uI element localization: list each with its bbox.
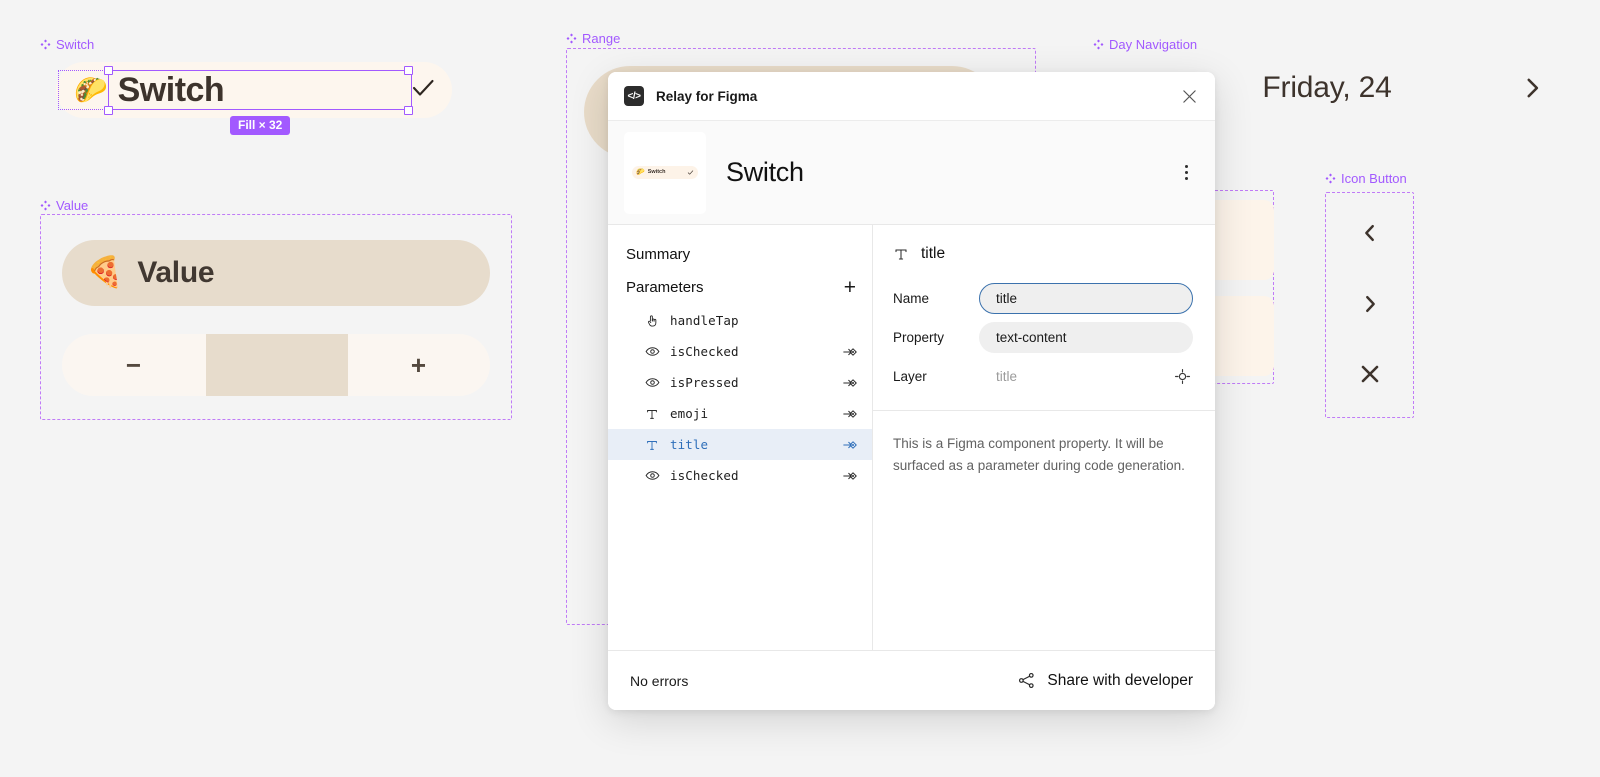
property-link-icon[interactable] — [842, 375, 858, 391]
eye-icon — [644, 468, 660, 483]
relay-plugin-modal: </> Relay for Figma 🌮 Switch Switch Summ… — [608, 72, 1215, 710]
component-diamond-icon — [566, 33, 577, 44]
text-type-icon — [893, 246, 909, 262]
field-label-property: Property — [893, 330, 945, 345]
field-label-layer: Layer — [893, 369, 927, 384]
target-crosshair-icon[interactable] — [1171, 366, 1193, 388]
parameter-description: This is a Figma component property. It w… — [893, 436, 1185, 473]
frame-label-value: Value — [40, 199, 88, 212]
parameter-name: isChecked — [670, 468, 739, 483]
value-component[interactable]: 🍕 Value — [62, 240, 490, 306]
summary-section-header[interactable]: Summary — [608, 239, 872, 270]
component-thumbnail: 🌮 Switch — [624, 131, 706, 214]
share-label: Share with developer — [1047, 671, 1193, 689]
eye-icon — [644, 344, 660, 359]
frame-label-icon-button: Icon Button — [1325, 172, 1407, 185]
parameter-name: handleTap — [670, 313, 739, 328]
plugin-title: Relay for Figma — [656, 88, 758, 104]
frame-label-day-navigation: Day Navigation — [1093, 38, 1197, 51]
modal-hero: 🌮 Switch Switch — [608, 121, 1215, 225]
property-link-icon[interactable] — [842, 344, 858, 360]
thumbnail-switch-preview: 🌮 Switch — [632, 166, 698, 179]
emoji-layer-bounds — [58, 70, 109, 110]
component-diamond-icon — [40, 39, 51, 50]
selection-handle-bl[interactable] — [104, 106, 113, 115]
property-link-icon[interactable] — [842, 437, 858, 453]
close-icon[interactable] — [1177, 84, 1201, 108]
parameter-name: title — [670, 437, 709, 452]
parameter-row-isChecked-2[interactable]: isChecked — [608, 460, 872, 491]
modal-footer: No errors Share with developer — [608, 650, 1215, 710]
frame-label-text: Day Navigation — [1109, 37, 1198, 52]
layer-value: title — [996, 369, 1018, 384]
field-row-property: Property text-content — [873, 318, 1215, 357]
eye-icon — [644, 375, 660, 390]
value-title-text: Value — [137, 256, 215, 289]
thumbnail-label: Switch — [647, 168, 666, 175]
stepper-fill-bar — [206, 334, 348, 396]
parameter-row-emoji[interactable]: emoji — [608, 398, 872, 429]
detail-header: title — [873, 225, 1215, 279]
parameter-row-title[interactable]: title — [608, 429, 872, 460]
parameters-label: Parameters — [626, 279, 704, 296]
stepper-increment-button[interactable]: + — [347, 352, 490, 378]
plugin-icon-glyph: </> — [627, 90, 641, 102]
selection-handle-tr[interactable] — [404, 66, 413, 75]
stepper-decrement-button[interactable]: − — [62, 352, 205, 378]
frame-label-text: Range — [582, 31, 621, 46]
icon-button-chevron-right[interactable] — [1325, 287, 1414, 321]
property-link-icon[interactable] — [842, 406, 858, 422]
component-diamond-icon — [40, 200, 51, 211]
field-row-layer: Layer title — [873, 357, 1215, 396]
name-input[interactable]: title — [979, 283, 1193, 314]
fill-count-badge: Fill × 32 — [230, 116, 291, 135]
parameters-panel: Summary Parameters + handleTap isChecked… — [608, 225, 873, 650]
error-status: No errors — [630, 672, 689, 689]
frame-label-text: Icon Button — [1341, 171, 1407, 186]
property-link-icon[interactable] — [842, 468, 858, 484]
component-name: Switch — [726, 157, 804, 187]
add-parameter-button[interactable]: + — [844, 277, 856, 298]
tap-gesture-icon — [644, 314, 660, 328]
code-brackets-icon: </> — [624, 86, 644, 106]
share-icon — [1017, 671, 1036, 690]
parameter-row-handleTap[interactable]: handleTap — [608, 305, 872, 336]
day-nav-title: Friday, 24 — [1262, 71, 1392, 104]
detail-title: title — [921, 245, 946, 262]
title-selection-box[interactable] — [108, 70, 412, 110]
thumbnail-check-icon — [687, 169, 694, 176]
value-stepper[interactable]: − + — [62, 334, 490, 396]
icon-button-close[interactable] — [1325, 357, 1414, 391]
modal-titlebar: </> Relay for Figma — [608, 72, 1215, 121]
component-diamond-icon — [1325, 173, 1336, 184]
parameter-name: isChecked — [670, 344, 739, 359]
frame-label-text: Switch — [56, 37, 95, 52]
more-vertical-icon[interactable] — [1173, 157, 1199, 189]
day-nav-next-button[interactable] — [1519, 75, 1545, 101]
field-label-name: Name — [893, 291, 930, 306]
modal-body: Summary Parameters + handleTap isChecked… — [608, 225, 1215, 650]
selection-handle-tl[interactable] — [104, 66, 113, 75]
text-type-icon — [644, 407, 660, 421]
field-row-name: Name title — [873, 279, 1215, 318]
parameters-section-header: Parameters + — [608, 270, 872, 305]
text-type-icon — [644, 438, 660, 452]
share-with-developer-button[interactable]: Share with developer — [1017, 671, 1193, 690]
frame-label-switch: Switch — [40, 38, 94, 51]
check-icon — [408, 73, 438, 108]
thumbnail-emoji: 🌮 — [636, 169, 645, 176]
selection-handle-br[interactable] — [404, 106, 413, 115]
component-diamond-icon — [1093, 39, 1104, 50]
parameter-row-isPressed[interactable]: isPressed — [608, 367, 872, 398]
parameter-detail-panel: title Name title Property text-content L… — [873, 225, 1215, 650]
property-select[interactable]: text-content — [979, 322, 1193, 353]
frame-label-range: Range — [566, 32, 620, 45]
icon-button-chevron-left[interactable] — [1325, 216, 1414, 250]
parameter-name: isPressed — [670, 375, 739, 390]
parameter-name: emoji — [670, 406, 709, 421]
figma-canvas: Switch 🌮 Switch Fill × 32 Value 🍕 Value … — [0, 0, 1600, 777]
parameter-row-isChecked-1[interactable]: isChecked — [608, 336, 872, 367]
value-emoji: 🍕 — [86, 256, 124, 289]
frame-label-text: Value — [56, 198, 89, 213]
